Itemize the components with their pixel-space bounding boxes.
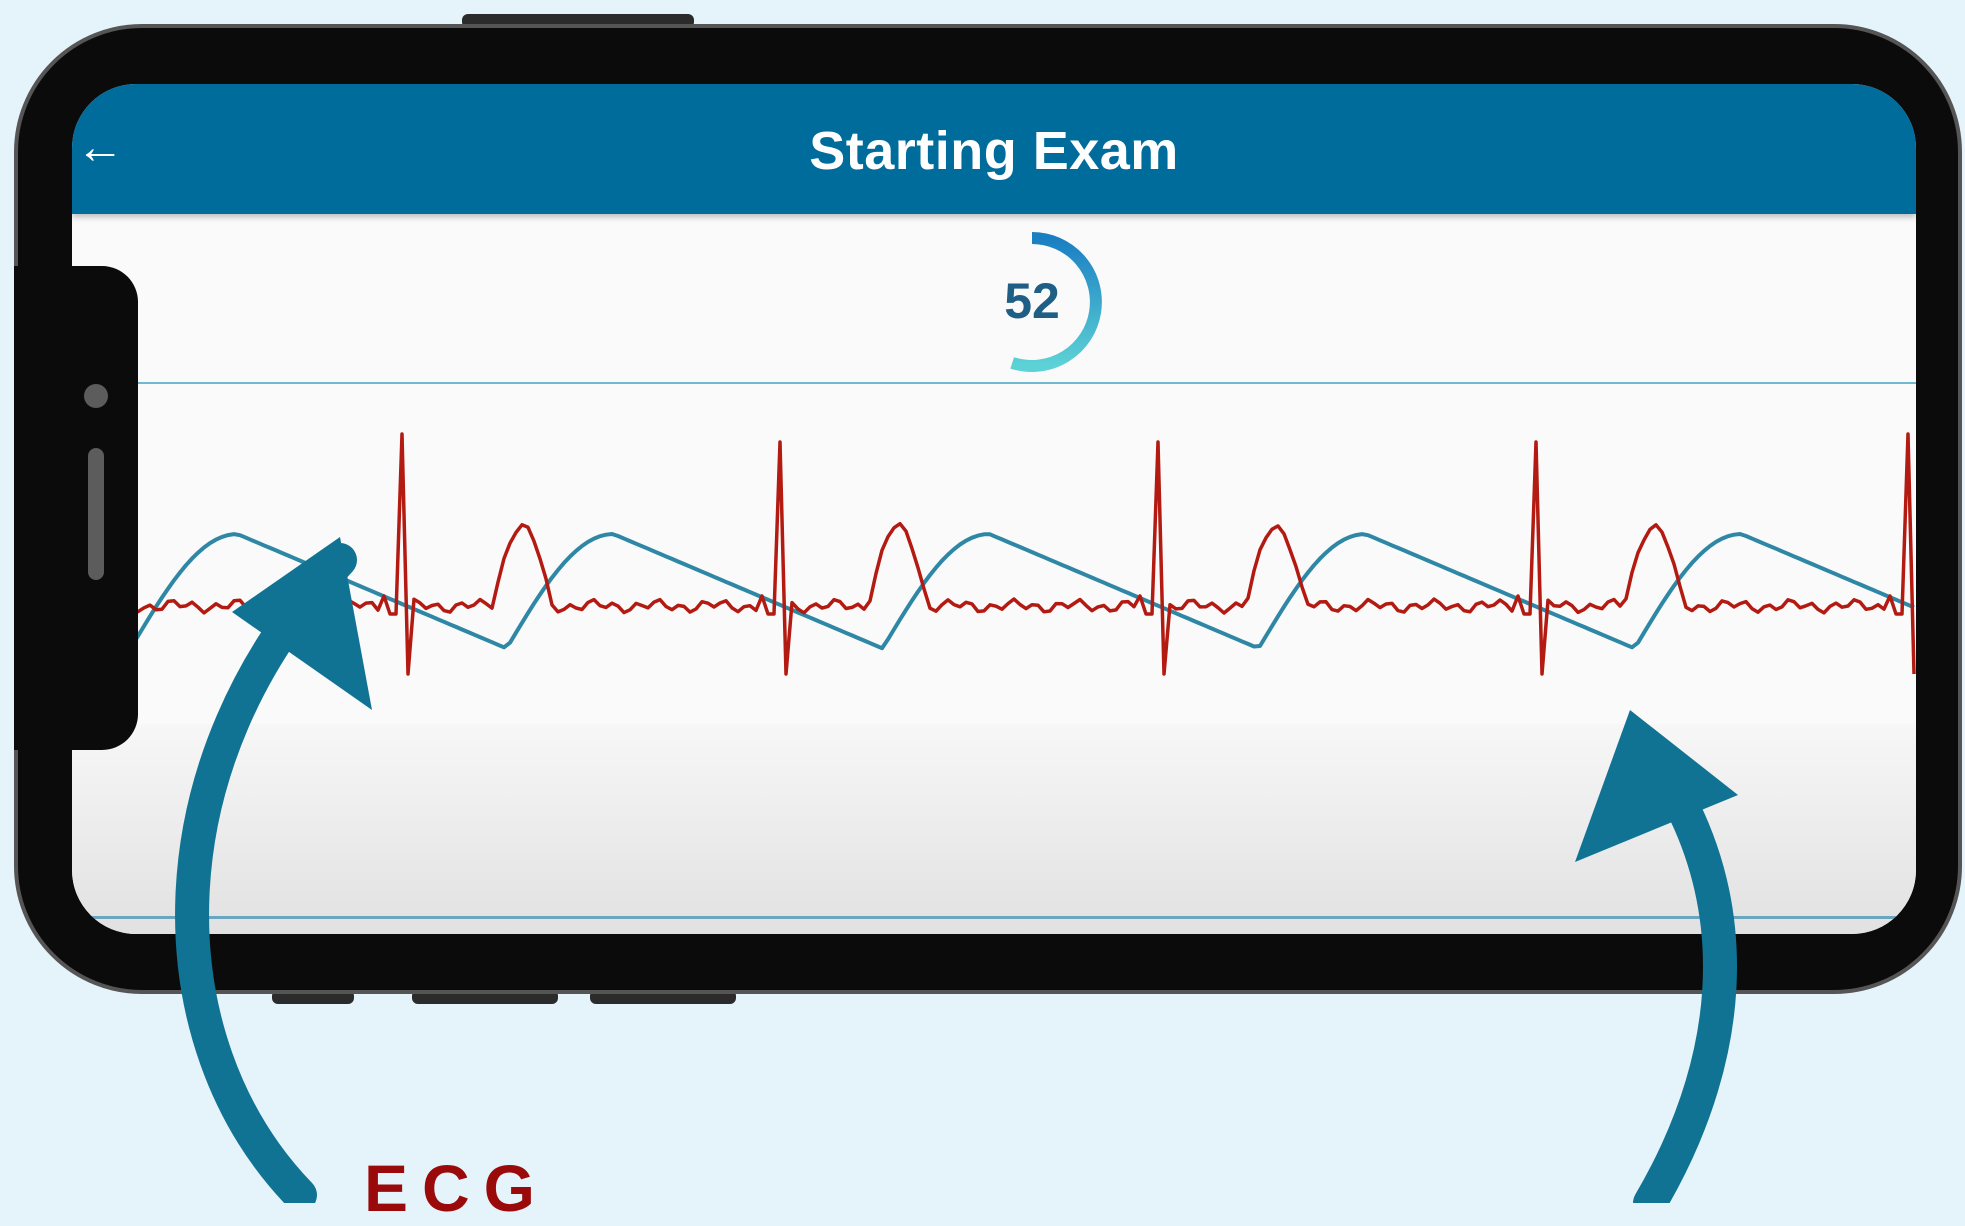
timer-value: 52 [1004, 273, 1060, 329]
countdown-timer: 52 [942, 224, 1122, 384]
phone-notch [14, 266, 138, 750]
ecg-annotation-label: ECG [364, 1151, 550, 1225]
chart-footer-shade [72, 724, 1916, 934]
earpiece-speaker [88, 448, 104, 580]
app-bar: ← Starting Exam [72, 84, 1916, 214]
page-title: Starting Exam [809, 121, 1179, 181]
front-camera [84, 384, 108, 408]
phone-screen: ← Starting Exam 52 [72, 84, 1916, 934]
chart-bottom-divider [72, 916, 1916, 919]
waveform-chart [72, 432, 1916, 676]
ecg-waveform [130, 432, 1916, 676]
